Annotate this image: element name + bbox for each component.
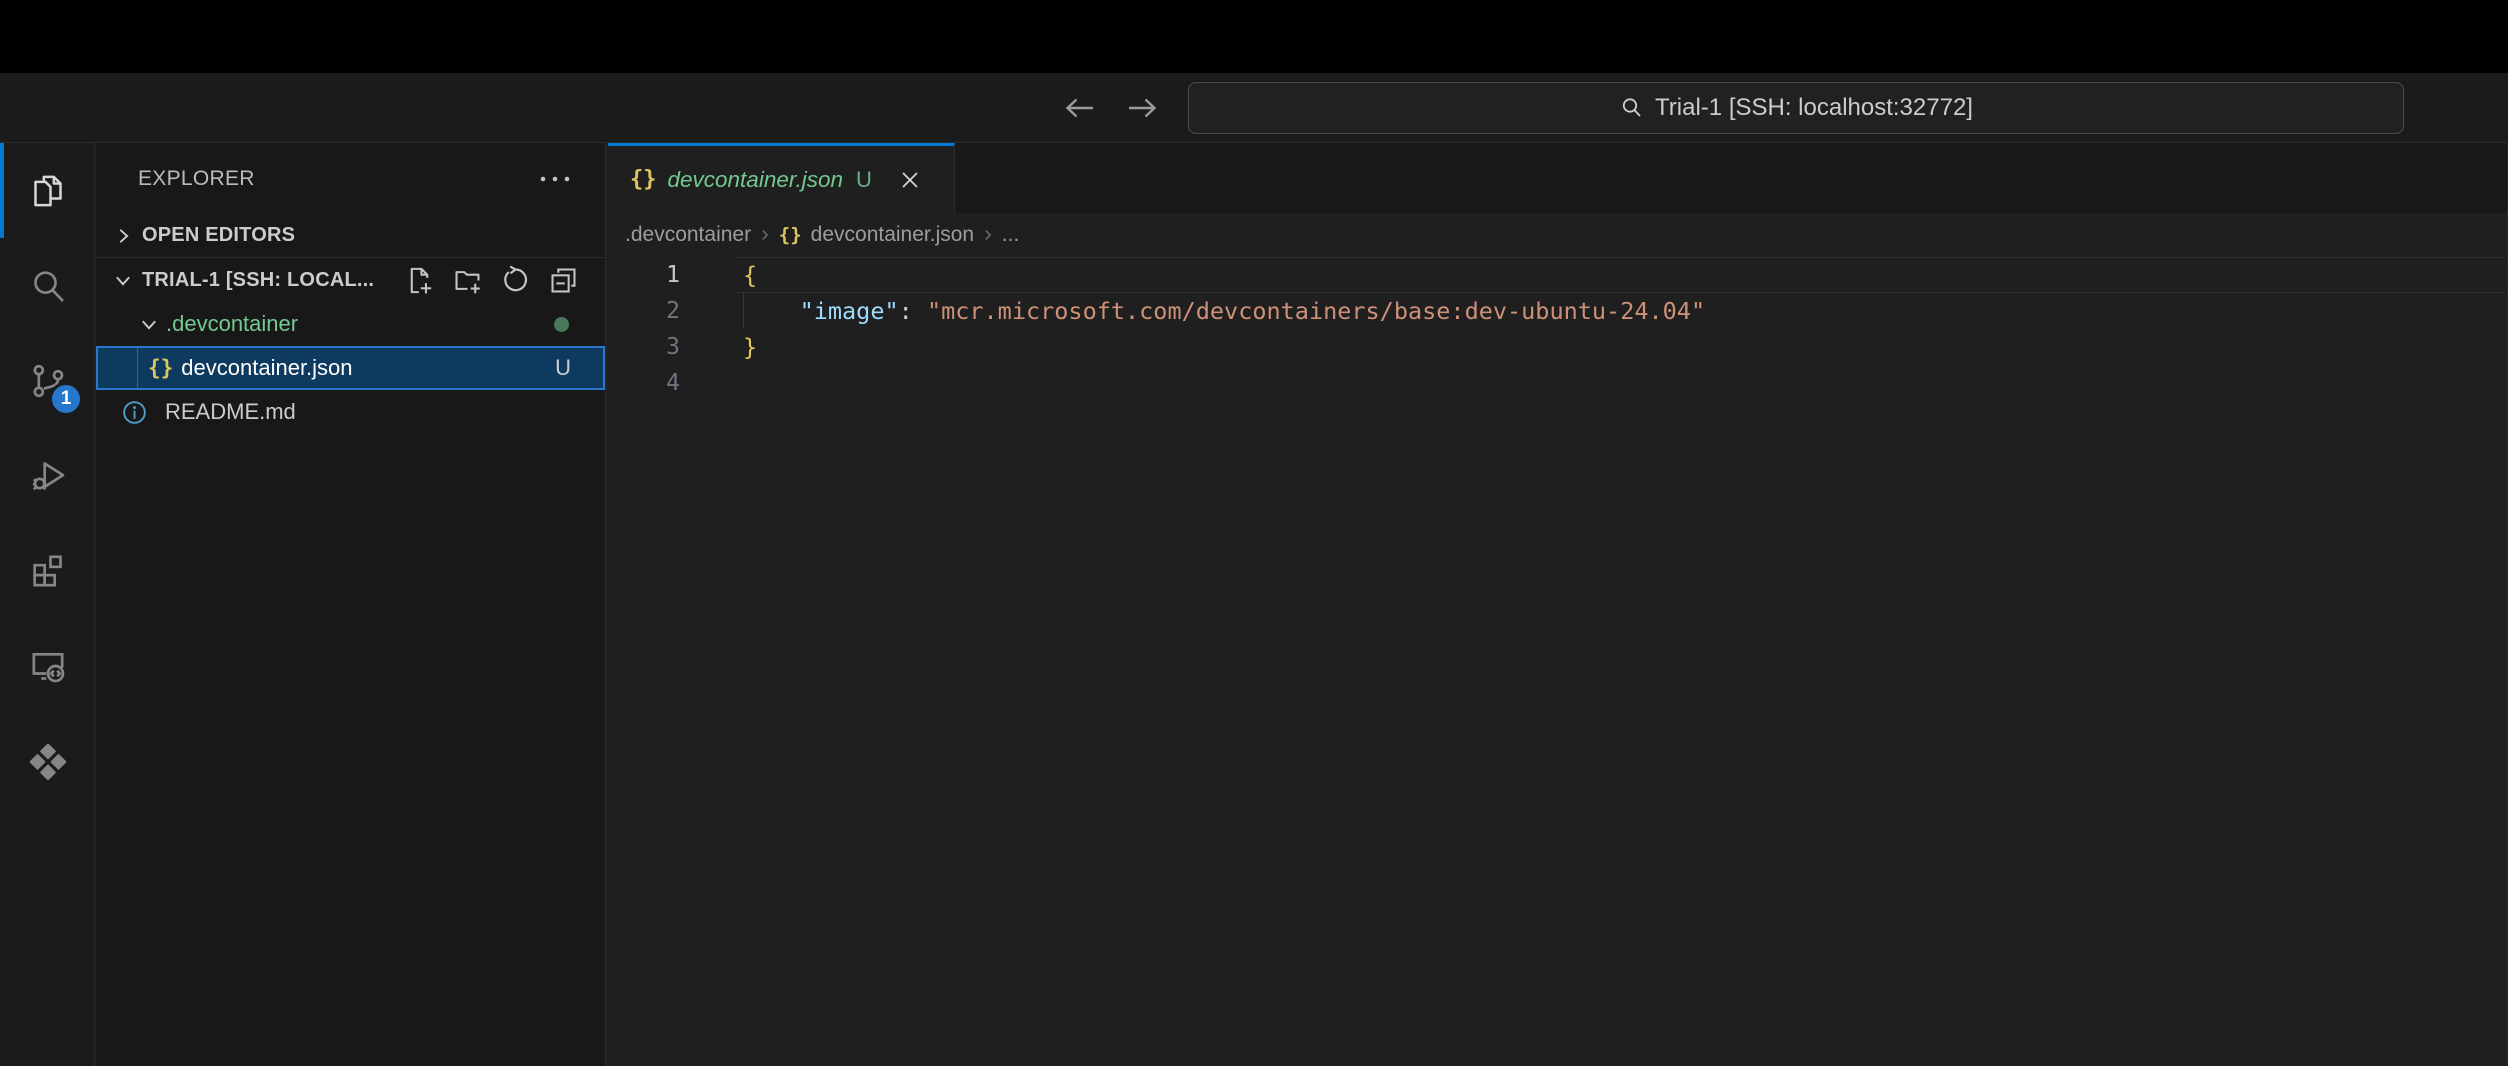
breadcrumb-separator: › <box>983 220 993 250</box>
new-file-icon <box>404 265 435 296</box>
line-number: 4 <box>608 365 680 401</box>
activity-bar-item-run-debug[interactable] <box>0 428 95 523</box>
source-control-badge: 1 <box>49 382 83 416</box>
code-line-content: "image": "mcr.microsoft.com/devcontainer… <box>680 293 1705 329</box>
ellipsis-icon <box>538 174 572 184</box>
code-token: "image" <box>800 297 899 325</box>
activity-bar-item-search[interactable] <box>0 238 95 333</box>
breadcrumb-separator: › <box>760 220 770 250</box>
run-debug-icon <box>28 456 68 496</box>
chevron-down-icon <box>136 311 162 337</box>
search-icon <box>1619 95 1645 121</box>
code-token: : <box>899 297 927 325</box>
arrow-left-icon <box>1064 94 1096 122</box>
breadcrumb: .devcontainer › {} devcontainer.json › .… <box>608 213 2508 257</box>
explorer-toolbar <box>403 264 605 297</box>
tab-label: devcontainer.json <box>668 167 844 193</box>
code-line: 1 { <box>608 257 2508 293</box>
line-number: 2 <box>608 293 680 329</box>
tree-item-devcontainer-folder[interactable]: .devcontainer <box>96 302 605 346</box>
json-file-icon: {} <box>148 356 173 380</box>
command-center[interactable]: Trial-1 [SSH: localhost:32772] <box>1188 82 2404 134</box>
line-number: 1 <box>608 257 680 293</box>
workspace-label: TRIAL-1 [SSH: LOCAL... <box>142 269 397 292</box>
markdown-info-icon <box>121 399 148 426</box>
breadcrumb-item-symbol[interactable]: ... <box>1002 223 1020 247</box>
extensions-icon <box>28 551 68 591</box>
new-file-button[interactable] <box>403 264 436 297</box>
tree-item-readme[interactable]: README.md <box>96 390 605 434</box>
sidebar-title: EXPLORER <box>138 167 535 191</box>
tab-close-button[interactable] <box>893 163 927 197</box>
active-indicator <box>0 143 4 238</box>
tree-item-devcontainer-json[interactable]: {} devcontainer.json U <box>96 346 605 390</box>
sidebar-explorer: EXPLORER OPEN EDITORS TRIAL-1 [SSH: LOCA… <box>96 143 606 1066</box>
code-line: 4 <box>608 365 2508 401</box>
tab-devcontainer-json[interactable]: {} devcontainer.json U <box>608 143 955 213</box>
activity-bar-item-explorer[interactable] <box>0 143 95 238</box>
code-line-content: { <box>680 257 757 293</box>
code-token: } <box>743 333 757 361</box>
line-number: 3 <box>608 329 680 365</box>
new-folder-button[interactable] <box>451 264 484 297</box>
files-icon <box>28 171 68 211</box>
json-file-icon: {} <box>779 224 802 246</box>
code-token <box>743 297 800 325</box>
code-editor[interactable]: 1 { 2 "image": "mcr.microsoft.com/devcon… <box>608 257 2508 401</box>
tree-indent-guide <box>137 348 138 388</box>
workspace-section-header[interactable]: TRIAL-1 [SSH: LOCAL... <box>96 258 605 302</box>
title-bar: Trial-1 [SSH: localhost:32772] <box>0 73 2508 143</box>
json-file-icon: {} <box>630 167 657 192</box>
activity-bar-item-remote-explorer[interactable] <box>0 618 95 713</box>
editor-group: {} devcontainer.json U .devcontainer › {… <box>608 143 2508 1066</box>
close-icon <box>898 168 922 192</box>
nav-forward-button[interactable] <box>1120 88 1164 128</box>
chevron-down-icon <box>110 267 136 293</box>
tab-git-badge: U <box>856 167 872 193</box>
chevron-right-icon <box>110 223 136 249</box>
code-token: { <box>743 261 757 289</box>
more-actions-button[interactable] <box>535 161 575 197</box>
breadcrumb-item-folder[interactable]: .devcontainer <box>625 223 751 247</box>
nav-back-button[interactable] <box>1058 88 1102 128</box>
open-editors-label: OPEN EDITORS <box>142 224 295 247</box>
file-label: README.md <box>165 399 296 425</box>
code-token: "mcr.microsoft.com/devcontainers/base:de… <box>927 297 1705 325</box>
breadcrumb-item-file[interactable]: devcontainer.json <box>811 223 974 247</box>
collapse-all-icon <box>548 265 579 296</box>
code-line-content: } <box>680 329 757 365</box>
open-editors-section-header[interactable]: OPEN EDITORS <box>96 214 605 258</box>
collapse-all-button[interactable] <box>547 264 580 297</box>
window-top-strip <box>0 0 2508 73</box>
code-line: 2 "image": "mcr.microsoft.com/devcontain… <box>608 293 2508 329</box>
activity-bar-item-extensions[interactable] <box>0 523 95 618</box>
activity-bar-item-source-control[interactable]: 1 <box>0 333 95 428</box>
sidebar-header: EXPLORER <box>96 143 605 214</box>
git-modified-dot-badge <box>554 317 569 332</box>
code-line-content <box>680 365 743 401</box>
search-icon <box>28 266 68 306</box>
file-label: devcontainer.json <box>181 355 352 381</box>
tab-bar: {} devcontainer.json U <box>608 143 2508 213</box>
folder-label: .devcontainer <box>166 311 298 337</box>
command-center-label: Trial-1 [SSH: localhost:32772] <box>1655 94 1973 122</box>
tiles-icon <box>27 740 69 782</box>
activity-bar: 1 <box>0 143 95 1066</box>
refresh-icon <box>500 265 531 296</box>
arrow-right-icon <box>1126 94 1158 122</box>
remote-explorer-icon <box>28 646 68 686</box>
code-line: 3 } <box>608 329 2508 365</box>
git-status-badge: U <box>555 355 571 381</box>
new-folder-icon <box>452 265 483 296</box>
activity-bar-item-tiles[interactable] <box>0 713 95 808</box>
refresh-button[interactable] <box>499 264 532 297</box>
